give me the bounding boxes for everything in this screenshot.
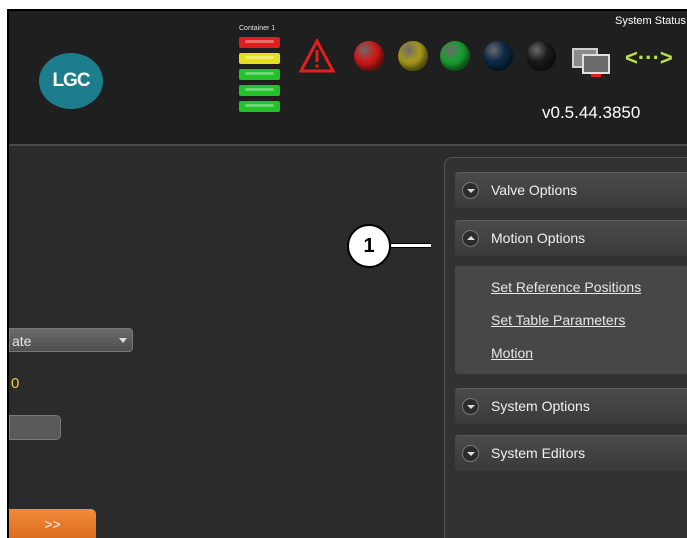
section-label: Motion Options (491, 230, 586, 246)
status-light-yellow (398, 41, 428, 71)
motion-options-header[interactable]: Motion Options (455, 220, 687, 256)
section-label: Valve Options (491, 182, 578, 198)
warning-triangle-icon[interactable] (298, 37, 336, 78)
container-level-bar (239, 53, 280, 64)
connection-arrows-icon[interactable]: <···> (625, 45, 673, 71)
section-label: System Editors (491, 445, 586, 461)
value-readout: 0 (11, 375, 20, 392)
expand-icon (462, 182, 479, 199)
container-level-bar (239, 37, 280, 48)
container-label: Container 1 (239, 25, 276, 32)
options-panel: Valve Options Motion Options Set Referen… (444, 157, 687, 538)
set-reference-positions-link[interactable]: Set Reference Positions (491, 279, 641, 295)
motion-link[interactable]: Motion (491, 345, 533, 361)
header-bar: LGC Container 1 <···> System Status v0.5… (9, 11, 687, 146)
set-table-parameters-link[interactable]: Set Table Parameters (491, 312, 625, 328)
expand-icon (462, 445, 479, 462)
status-light-green (440, 41, 470, 71)
callout-pointer-line (391, 243, 431, 248)
status-light-blue (483, 41, 513, 71)
motion-options-content: Set Reference Positions Set Table Parame… (455, 266, 687, 374)
monitor-icon[interactable] (571, 47, 613, 84)
system-editors-header[interactable]: System Editors (455, 435, 687, 471)
application-window: LGC Container 1 <···> System Status v0.5… (7, 9, 687, 538)
status-light-red (354, 41, 384, 71)
valve-options-header[interactable]: Valve Options (455, 172, 687, 208)
version-label: v0.5.44.3850 (542, 103, 641, 122)
next-button[interactable]: >> (9, 509, 96, 538)
chevron-down-icon (119, 338, 127, 343)
system-status-label[interactable]: System Status (615, 15, 686, 27)
container-level-bar (239, 85, 280, 96)
callout-badge: 1 (347, 224, 391, 268)
mode-select[interactable]: ate (9, 328, 133, 352)
status-light-black (526, 41, 556, 71)
collapse-icon (462, 230, 479, 247)
text-input-field[interactable] (9, 415, 61, 440)
expand-icon (462, 398, 479, 415)
container-level-bar (239, 101, 280, 112)
system-options-header[interactable]: System Options (455, 388, 687, 424)
mode-select-value: ate (12, 333, 32, 349)
section-label: System Options (491, 398, 590, 414)
container-level-bar (239, 69, 280, 80)
lgc-logo: LGC (39, 53, 103, 109)
